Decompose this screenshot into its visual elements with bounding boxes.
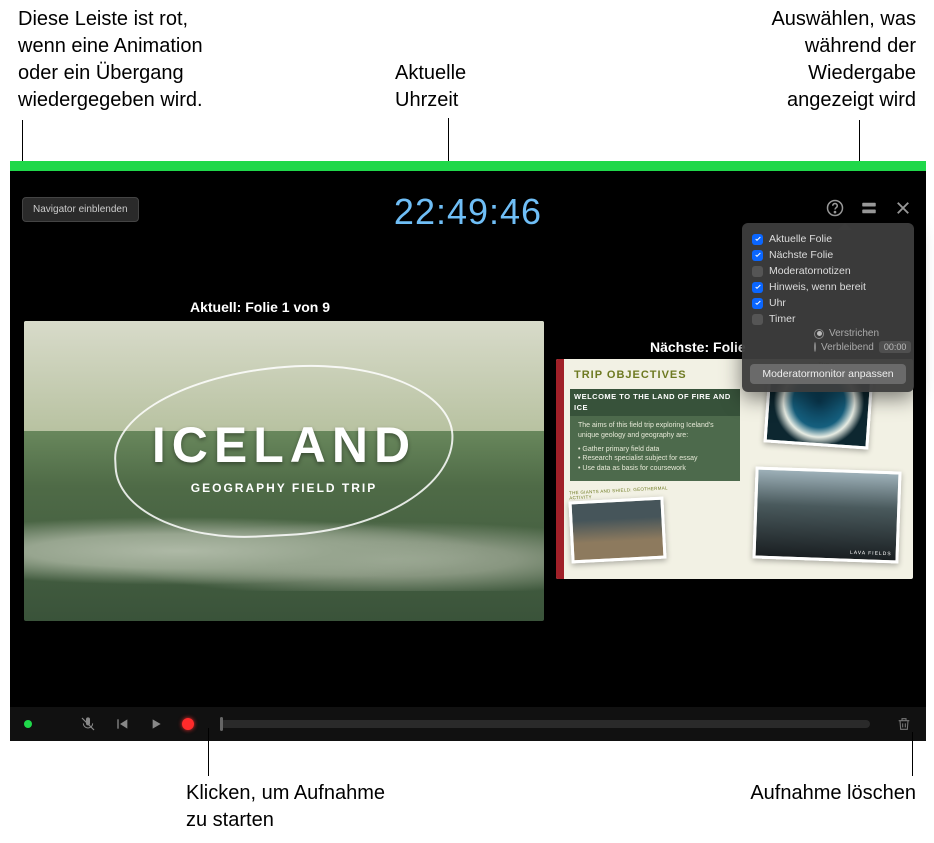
current-slide-label: Aktuell: Folie 1 von 9: [190, 299, 330, 315]
timeline-playhead[interactable]: [220, 717, 223, 731]
option-current-slide[interactable]: Aktuelle Folie: [742, 231, 914, 247]
option-label: Timer: [769, 313, 795, 325]
option-label: Uhr: [769, 297, 786, 309]
callout-line: [22, 120, 23, 166]
next-slide-thumb: LAVA FIELDS: [752, 466, 901, 563]
welcome-heading: WELCOME TO THE LAND OF FIRE AND ICE: [570, 389, 740, 416]
option-clock[interactable]: Uhr: [742, 295, 914, 311]
presenter-display: Navigator einblenden 22:49:46 Aktuell: F…: [10, 161, 926, 741]
checkbox-checked-icon: [752, 298, 763, 309]
show-navigator-button[interactable]: Navigator einblenden: [22, 197, 139, 222]
option-label: Moderatornotizen: [769, 265, 851, 277]
checkbox-checked-icon: [752, 282, 763, 293]
option-presenter-notes[interactable]: Moderatornotizen: [742, 263, 914, 279]
radio-unselected-icon: [814, 342, 816, 352]
mute-mic-icon[interactable]: [80, 716, 96, 732]
option-label: Hinweis, wenn bereit: [769, 281, 866, 293]
option-label: Nächste Folie: [769, 249, 833, 261]
timer-remaining-value[interactable]: 00:00: [879, 341, 912, 353]
option-ready-indicator[interactable]: Hinweis, wenn bereit: [742, 279, 914, 295]
callout-line: [912, 732, 913, 776]
thumb-caption: THE GIANTS AND SHIELD: GEOTHERMAL ACTIVI…: [569, 485, 679, 501]
status-indicator-icon: [24, 720, 32, 728]
checkbox-checked-icon: [752, 234, 763, 245]
current-slide-preview[interactable]: ICELAND GEOGRAPHY FIELD TRIP: [24, 321, 544, 621]
next-slide-thumb: THE GIANTS AND SHIELD: GEOTHERMAL ACTIVI…: [568, 497, 666, 564]
callout-options: Auswählen, was während der Wiedergabe an…: [771, 6, 916, 114]
callout-green-bar: Diese Leiste ist rot, wenn eine Animatio…: [18, 6, 203, 114]
next-slide-title: TRIP OBJECTIVES: [574, 369, 687, 381]
welcome-body: The aims of this field trip exploring Ic…: [578, 421, 732, 441]
recording-toolbar: [10, 707, 926, 741]
current-time-clock: 22:49:46: [394, 191, 542, 233]
slide-subtitle: GEOGRAPHY FIELD TRIP: [191, 481, 377, 495]
playback-status-bar: [10, 161, 926, 171]
next-slide-preview[interactable]: TRIP OBJECTIVES WELCOME TO THE LAND OF F…: [556, 359, 913, 579]
callout-delete: Aufnahme löschen: [750, 780, 916, 807]
radio-label: Verbleibend: [821, 342, 874, 353]
option-label: Aktuelle Folie: [769, 233, 832, 245]
customize-presenter-monitor-button[interactable]: Moderatormonitor anpassen: [750, 364, 906, 384]
timer-elapsed-radio[interactable]: Verstrichen: [814, 327, 904, 340]
next-slide-textbox: WELCOME TO THE LAND OF FIRE AND ICE The …: [570, 389, 740, 481]
skip-back-icon[interactable]: [114, 716, 130, 732]
option-timer[interactable]: Timer: [742, 311, 914, 327]
next-slide-label: Nächste: Folie: [650, 339, 746, 355]
timer-remaining-radio[interactable]: Verbleibend 00:00: [814, 340, 904, 354]
delete-recording-button[interactable]: [896, 716, 912, 732]
option-next-slide[interactable]: Nächste Folie: [742, 247, 914, 263]
slide-title: ICELAND: [152, 416, 416, 474]
welcome-bullet: • Use data as basis for coursework: [578, 464, 732, 474]
callout-line: [208, 728, 209, 776]
radio-label: Verstrichen: [829, 328, 879, 339]
help-icon[interactable]: [826, 199, 844, 217]
layout-options-icon[interactable]: [860, 199, 878, 217]
welcome-bullet: • Research specialist subject for essay: [578, 454, 732, 464]
play-icon[interactable]: [148, 716, 164, 732]
callout-clock: Aktuelle Uhrzeit: [395, 60, 466, 114]
record-button[interactable]: [182, 718, 194, 730]
thumb-caption: LAVA FIELDS: [850, 550, 892, 557]
checkbox-unchecked-icon: [752, 314, 763, 325]
recording-timeline[interactable]: [220, 720, 870, 728]
display-options-popover: Aktuelle Folie Nächste Folie Moderatorno…: [742, 223, 914, 392]
radio-selected-icon: [814, 329, 824, 339]
checkbox-unchecked-icon: [752, 266, 763, 277]
checkbox-checked-icon: [752, 250, 763, 261]
welcome-bullet: • Gather primary field data: [578, 445, 732, 455]
close-icon[interactable]: [894, 199, 912, 217]
callout-record: Klicken, um Aufnahme zu starten: [186, 780, 385, 834]
